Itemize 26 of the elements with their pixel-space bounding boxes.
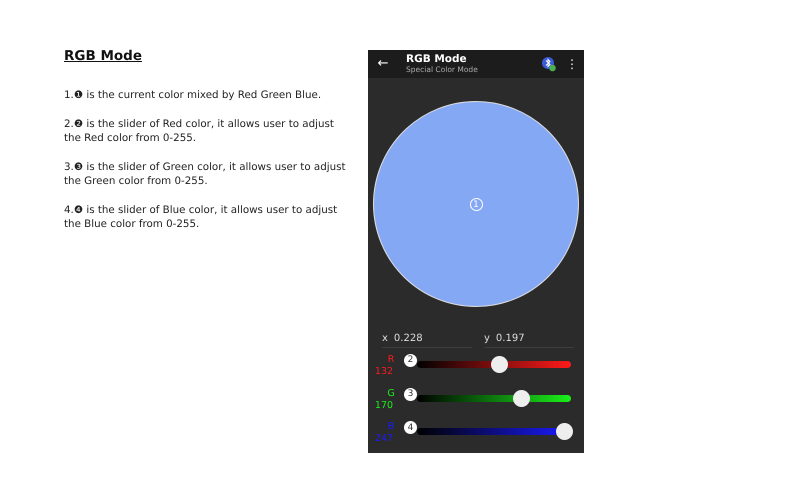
- number-marker: 1: [470, 198, 482, 212]
- channel-label: B: [388, 421, 394, 434]
- channel-value: 170: [374, 400, 394, 412]
- more-menu-button[interactable]: ⋮: [566, 56, 584, 71]
- number-marker: 2: [404, 354, 417, 367]
- paragraph: 3.❸ is the slider of Green color, it allows user to adjust the Green color from 0-255.: [64, 160, 347, 188]
- bluetooth-icon[interactable]: [542, 56, 556, 72]
- paragraph: 1.❶ is the current color mixed by Red Green Blue.: [64, 88, 322, 102]
- channel-value: 132: [374, 366, 394, 378]
- coordinate-label: y: [484, 332, 490, 344]
- coordinate-label: x: [382, 332, 388, 344]
- channel-value: 247: [374, 433, 394, 446]
- coordinate-value: 0.228: [394, 332, 423, 344]
- paragraph: 4.❹ is the slider of Blue color, it allows user to adjust the Blue color from 0-255.: [64, 203, 338, 231]
- slider-thumb[interactable]: [556, 423, 573, 440]
- screen-title: RGB Mode: [406, 52, 468, 65]
- back-button[interactable]: ←: [368, 56, 398, 72]
- coordinate-value: 0.197: [496, 332, 525, 344]
- section-heading: RGB Mode: [64, 48, 143, 64]
- number-marker: 4: [404, 421, 417, 434]
- channel-label: R: [388, 354, 394, 366]
- slider-thumb[interactable]: [512, 390, 530, 407]
- slider-thumb[interactable]: [491, 356, 508, 373]
- paragraph: 2.❷ is the slider of Red color, it allows user to adjust the Red color from 0-255.: [64, 117, 335, 145]
- number-marker: 3: [404, 388, 417, 401]
- channel-label: G: [387, 388, 395, 400]
